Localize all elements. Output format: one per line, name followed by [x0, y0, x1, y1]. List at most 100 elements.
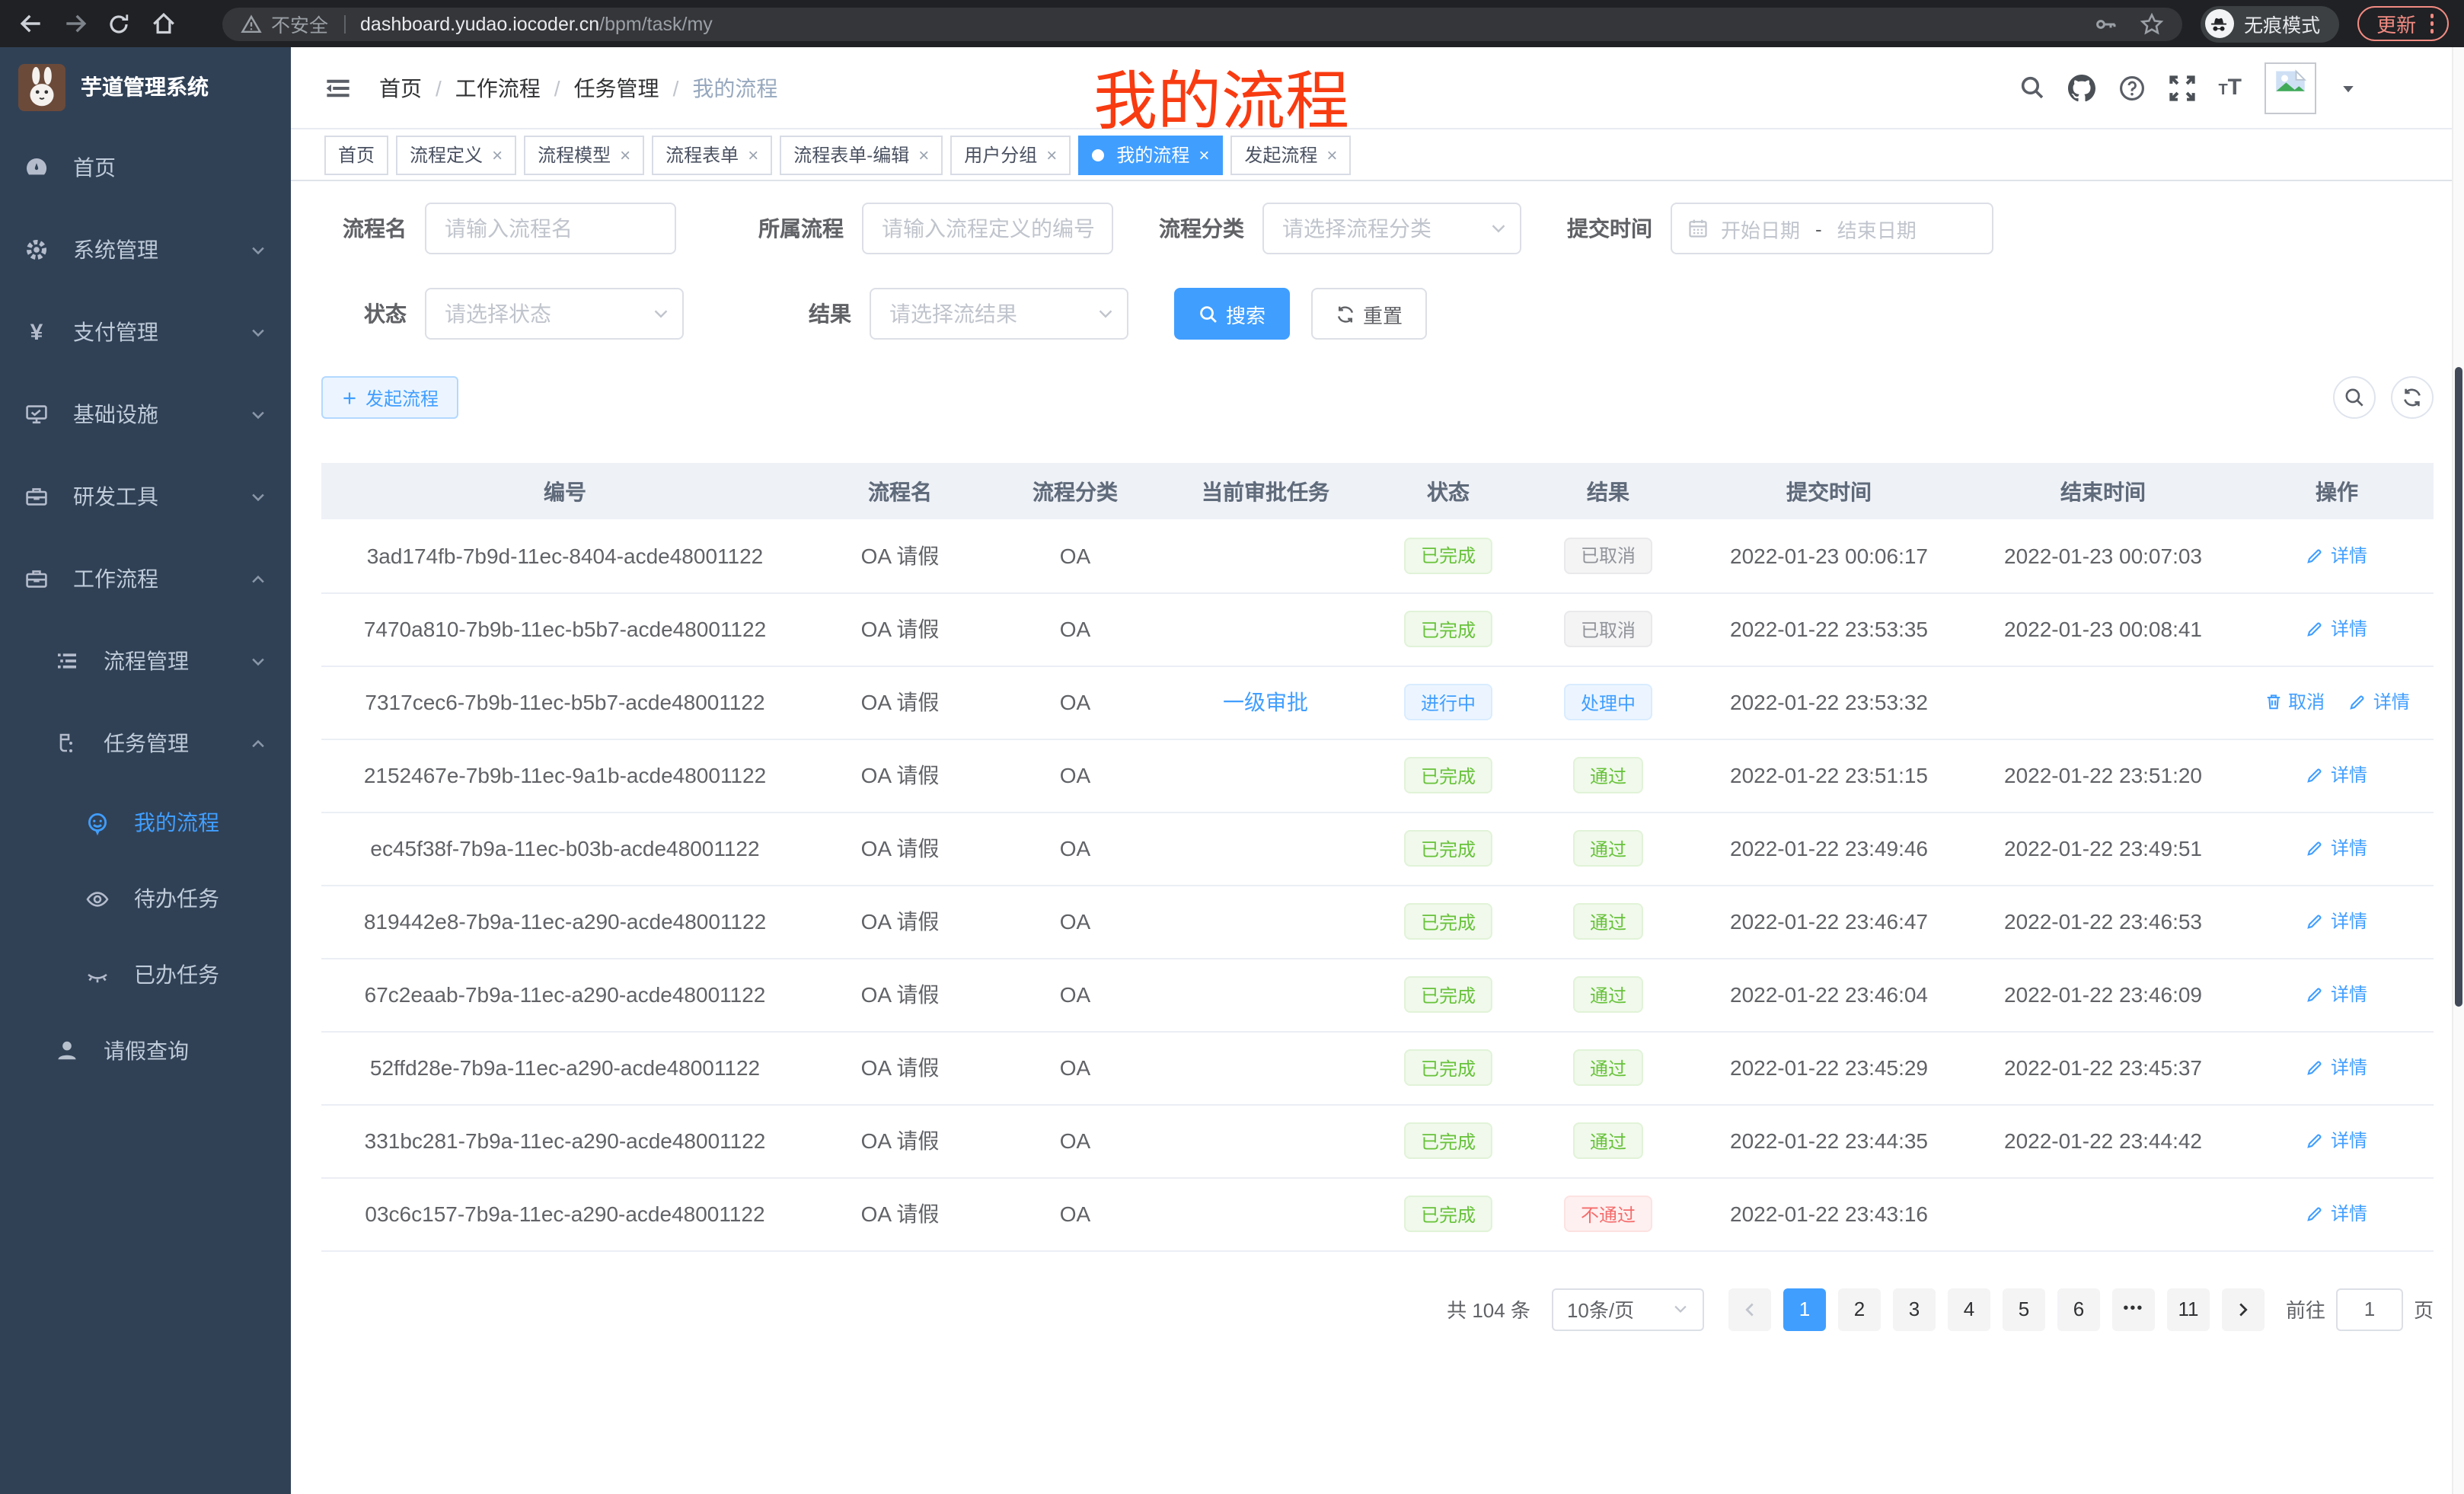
start-process-button[interactable]: 发起流程 — [321, 376, 458, 419]
page-size-select[interactable]: 10条/页 — [1552, 1288, 1704, 1330]
close-icon[interactable]: × — [1198, 144, 1209, 165]
avatar[interactable] — [2265, 62, 2316, 113]
browser-forward-icon[interactable] — [59, 8, 90, 39]
page-ellipsis[interactable]: ••• — [2112, 1288, 2155, 1330]
cell-category: OA — [991, 739, 1159, 812]
result-badge: 通过 — [1573, 903, 1643, 940]
tab-process-definition[interactable]: 流程定义× — [396, 135, 516, 174]
page-button-1[interactable]: 1 — [1783, 1288, 1826, 1330]
refresh-table-button[interactable] — [2391, 376, 2434, 419]
reset-button[interactable]: 重置 — [1311, 288, 1427, 340]
submit-time-range-picker[interactable]: 开始日期 - 结束日期 — [1671, 203, 1993, 254]
result-select[interactable] — [870, 288, 1128, 340]
goto-page-input[interactable] — [2336, 1288, 2403, 1330]
close-icon[interactable]: × — [748, 144, 758, 165]
cell-category: OA — [991, 958, 1159, 1031]
scrollbar-thumb[interactable] — [2455, 367, 2462, 1007]
sidebar-item-devtools[interactable]: 研发工具 — [0, 455, 291, 538]
detail-link[interactable]: 详情 — [2306, 616, 2367, 642]
page-button-last[interactable]: 11 — [2167, 1288, 2210, 1330]
breadcrumb-task-mgmt[interactable]: 任务管理 — [574, 72, 659, 103]
detail-link[interactable]: 详情 — [2306, 762, 2367, 788]
browser-back-icon[interactable] — [15, 8, 46, 39]
omnibox-divider — [343, 14, 345, 33]
detail-link[interactable]: 详情 — [2306, 982, 2367, 1007]
status-badge: 进行中 — [1404, 684, 1492, 720]
detail-link[interactable]: 详情 — [2349, 689, 2410, 715]
user-icon — [55, 1039, 79, 1063]
detail-link[interactable]: 详情 — [2306, 1128, 2367, 1154]
filter-category-label: 流程分类 — [1159, 213, 1244, 244]
address-bar[interactable]: 不安全 dashboard.yudao.iocoder.cn/bpm/task/… — [222, 7, 2182, 40]
tab-user-group[interactable]: 用户分组 × — [950, 135, 1071, 174]
scrollbar-track[interactable] — [2452, 47, 2464, 1494]
cancel-link[interactable]: 取消 — [2264, 689, 2325, 715]
detail-link[interactable]: 详情 — [2306, 1201, 2367, 1227]
process-definition-input[interactable] — [862, 203, 1113, 254]
github-icon[interactable] — [2067, 74, 2095, 101]
sidebar-item-task-mgmt[interactable]: 任务管理 — [0, 702, 291, 784]
breadcrumb-home[interactable]: 首页 — [379, 72, 422, 103]
page-button-5[interactable]: 5 — [2003, 1288, 2045, 1330]
category-select[interactable] — [1262, 203, 1521, 254]
cell-name: OA 请假 — [809, 592, 991, 666]
app-logo[interactable]: 芋道管理系统 — [0, 47, 291, 126]
detail-link[interactable]: 详情 — [2306, 908, 2367, 934]
search-button[interactable]: 搜索 — [1174, 288, 1290, 340]
browser-reload-icon[interactable] — [104, 8, 134, 39]
page-button-4[interactable]: 4 — [1948, 1288, 1990, 1330]
password-key-icon[interactable] — [2093, 11, 2118, 36]
browser-menu-icon[interactable] — [2430, 14, 2434, 34]
tab-process-form-edit[interactable]: 流程表单-编辑× — [780, 135, 943, 174]
current-task-link[interactable]: 一级审批 — [1223, 690, 1308, 714]
tab-label: 用户分组 — [964, 142, 1037, 168]
browser-update-button[interactable]: 更新 — [2357, 6, 2449, 41]
close-icon[interactable]: × — [492, 144, 503, 165]
browser-home-icon[interactable] — [148, 8, 178, 39]
page-url[interactable]: dashboard.yudao.iocoder.cn/bpm/task/my — [360, 13, 713, 34]
prev-page-button[interactable] — [1728, 1288, 1771, 1330]
tab-process-form[interactable]: 流程表单× — [652, 135, 772, 174]
bookmark-star-icon[interactable] — [2139, 11, 2163, 36]
sidebar-item-payment[interactable]: ¥ 支付管理 — [0, 291, 291, 373]
page-button-6[interactable]: 6 — [2057, 1288, 2100, 1330]
header-actions: 操作 — [2240, 463, 2434, 519]
security-label[interactable]: 不安全 — [271, 9, 328, 38]
help-icon[interactable] — [2118, 74, 2145, 101]
sidebar-item-todo-tasks[interactable]: 待办任务 — [0, 860, 291, 937]
next-page-button[interactable] — [2222, 1288, 2265, 1330]
detail-link[interactable]: 详情 — [2306, 835, 2367, 861]
sidebar-item-done-tasks[interactable]: 已办任务 — [0, 937, 291, 1013]
sidebar-item-my-process[interactable]: 我的流程 — [0, 784, 291, 860]
close-icon[interactable]: × — [620, 144, 630, 165]
avatar-caret-icon[interactable] — [2339, 78, 2357, 97]
sidebar-collapse-icon[interactable] — [324, 74, 352, 101]
search-icon[interactable] — [2019, 75, 2044, 101]
tab-home[interactable]: 首页 — [324, 135, 388, 174]
detail-link[interactable]: 详情 — [2306, 542, 2367, 568]
detail-link[interactable]: 详情 — [2306, 1055, 2367, 1081]
close-icon[interactable]: × — [918, 144, 929, 165]
process-name-input[interactable] — [425, 203, 676, 254]
fullscreen-icon[interactable] — [2168, 74, 2195, 101]
sidebar-item-system[interactable]: 系统管理 — [0, 209, 291, 291]
table-header-row: 编号 流程名 流程分类 当前审批任务 状态 结果 提交时间 结束时间 操作 — [321, 463, 2434, 519]
sidebar-item-leave-query[interactable]: 请假查询 — [0, 1013, 291, 1089]
page-button-2[interactable]: 2 — [1838, 1288, 1881, 1330]
sidebar-item-workflow[interactable]: 工作流程 — [0, 538, 291, 620]
status-badge: 已完成 — [1404, 903, 1492, 940]
sidebar-item-infra[interactable]: 基础设施 — [0, 373, 291, 455]
page-button-3[interactable]: 3 — [1893, 1288, 1936, 1330]
breadcrumb-workflow[interactable]: 工作流程 — [455, 72, 541, 103]
sidebar-item-process-mgmt[interactable]: 流程管理 — [0, 620, 291, 702]
close-icon[interactable]: × — [1326, 144, 1337, 165]
tab-process-model[interactable]: 流程模型× — [524, 135, 644, 174]
close-icon[interactable]: × — [1046, 144, 1057, 165]
start-process-label: 发起流程 — [365, 385, 439, 410]
sidebar-item-label: 任务管理 — [104, 728, 189, 758]
toggle-search-button[interactable] — [2333, 376, 2376, 419]
sidebar-item-label: 已办任务 — [134, 959, 219, 990]
font-size-icon[interactable]: TT — [2218, 76, 2242, 99]
status-select[interactable] — [425, 288, 684, 340]
sidebar-item-home[interactable]: 首页 — [0, 126, 291, 209]
